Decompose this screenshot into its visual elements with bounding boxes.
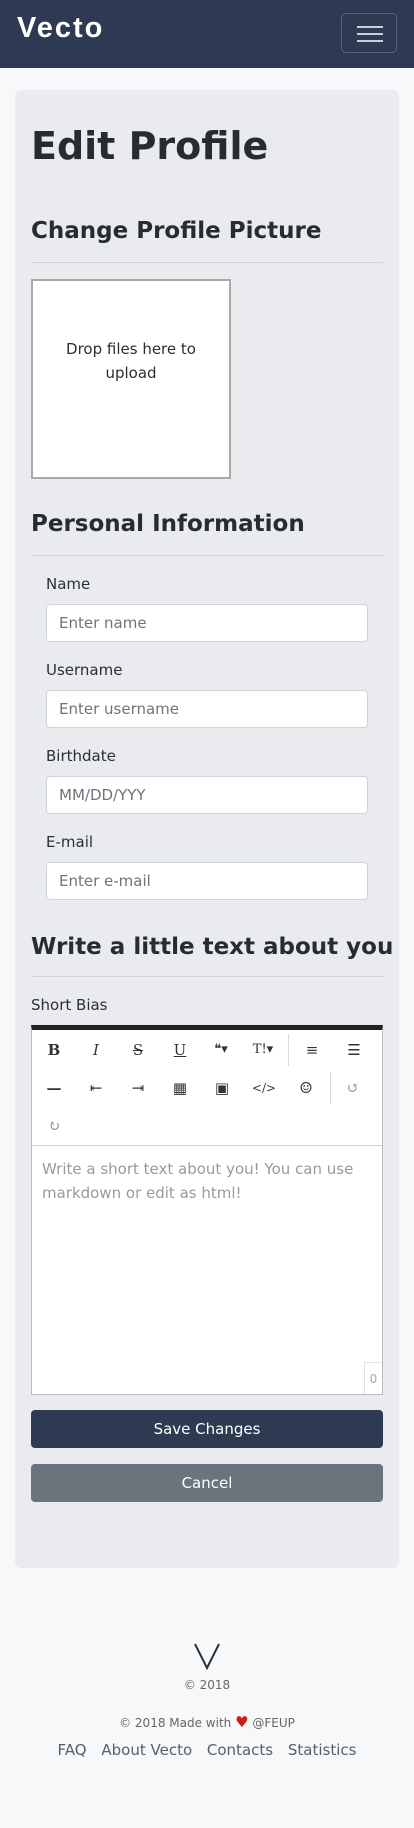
divider	[31, 976, 383, 977]
table-icon[interactable]: ▦	[165, 1074, 195, 1102]
bullet-list-icon[interactable]: ☰	[339, 1036, 369, 1064]
emoji-icon[interactable]: ☺	[291, 1074, 321, 1102]
bold-icon[interactable]: B	[39, 1036, 69, 1064]
dropzone-text: Drop files here to upload	[66, 340, 196, 382]
character-counter: 0	[364, 1362, 382, 1394]
heading-icon[interactable]: T!▾	[246, 1036, 280, 1064]
footer-copyright: © 2018	[183, 1678, 231, 1692]
code-icon[interactable]: </>	[249, 1074, 279, 1102]
profile-picture-dropzone[interactable]: Drop files here to upload	[31, 279, 231, 479]
redo-icon[interactable]: ↻	[39, 1112, 69, 1140]
footer-link-faq[interactable]: FAQ	[58, 1741, 87, 1759]
footer-made-with: © 2018 Made with ♥ @FEUP	[0, 1713, 414, 1731]
personal-section-heading: Personal Information	[31, 511, 305, 537]
username-input[interactable]	[46, 690, 368, 728]
horizontal-rule-icon[interactable]: —	[39, 1074, 69, 1102]
image-icon[interactable]: ▣	[207, 1074, 237, 1102]
email-input[interactable]	[46, 862, 368, 900]
undo-icon[interactable]: ↺	[338, 1074, 368, 1102]
bio-textarea[interactable]: Write a short text about you! You can us…	[32, 1147, 382, 1391]
brand-logo[interactable]: Vecto	[17, 12, 104, 45]
birthdate-label: Birthdate	[46, 747, 116, 765]
ordered-list-icon[interactable]: ≡	[297, 1036, 327, 1064]
made-with-prefix: © 2018 Made with	[119, 1716, 232, 1730]
menu-toggle-button[interactable]	[341, 13, 397, 53]
heart-icon: ♥	[235, 1713, 249, 1731]
bio-section-heading: Write a little text about you	[31, 934, 394, 960]
cancel-button[interactable]: Cancel	[31, 1464, 383, 1502]
save-changes-button[interactable]: Save Changes	[31, 1410, 383, 1448]
editor-toolbar: B I S U ❝▾ T!▾ ≡ ☰ — ⇤ ⇥ ▦ ▣ </> ☺ ↺ ↻	[32, 1030, 382, 1146]
made-with-suffix: @FEUP	[252, 1716, 295, 1730]
toolbar-separator	[330, 1072, 331, 1104]
page-title: Edit Profile	[31, 124, 269, 168]
footer-link-about[interactable]: About Vecto	[101, 1741, 192, 1759]
divider	[31, 555, 383, 556]
birthdate-input[interactable]	[46, 776, 368, 814]
divider	[31, 262, 383, 263]
indent-icon[interactable]: ⇥	[123, 1074, 153, 1102]
footer-link-statistics[interactable]: Statistics	[288, 1741, 357, 1759]
markdown-editor: B I S U ❝▾ T!▾ ≡ ☰ — ⇤ ⇥ ▦ ▣ </> ☺ ↺ ↻ W…	[31, 1025, 383, 1395]
footer-logo-icon[interactable]	[192, 1642, 222, 1670]
bio-label: Short Bias	[31, 996, 108, 1014]
outdent-icon[interactable]: ⇤	[81, 1074, 111, 1102]
strikethrough-icon[interactable]: S	[123, 1036, 153, 1064]
name-input[interactable]	[46, 604, 368, 642]
username-label: Username	[46, 661, 123, 679]
picture-section-heading: Change Profile Picture	[31, 218, 322, 244]
quote-icon[interactable]: ❝▾	[204, 1036, 238, 1064]
hamburger-icon	[357, 26, 383, 28]
toolbar-separator	[288, 1034, 289, 1066]
email-label: E-mail	[46, 833, 94, 851]
underline-icon[interactable]: U	[165, 1036, 195, 1064]
name-label: Name	[46, 575, 91, 593]
footer-links: FAQ About Vecto Contacts Statistics	[0, 1741, 414, 1759]
footer-link-contacts[interactable]: Contacts	[207, 1741, 273, 1759]
italic-icon[interactable]: I	[81, 1036, 111, 1064]
navbar: Vecto	[0, 0, 414, 68]
